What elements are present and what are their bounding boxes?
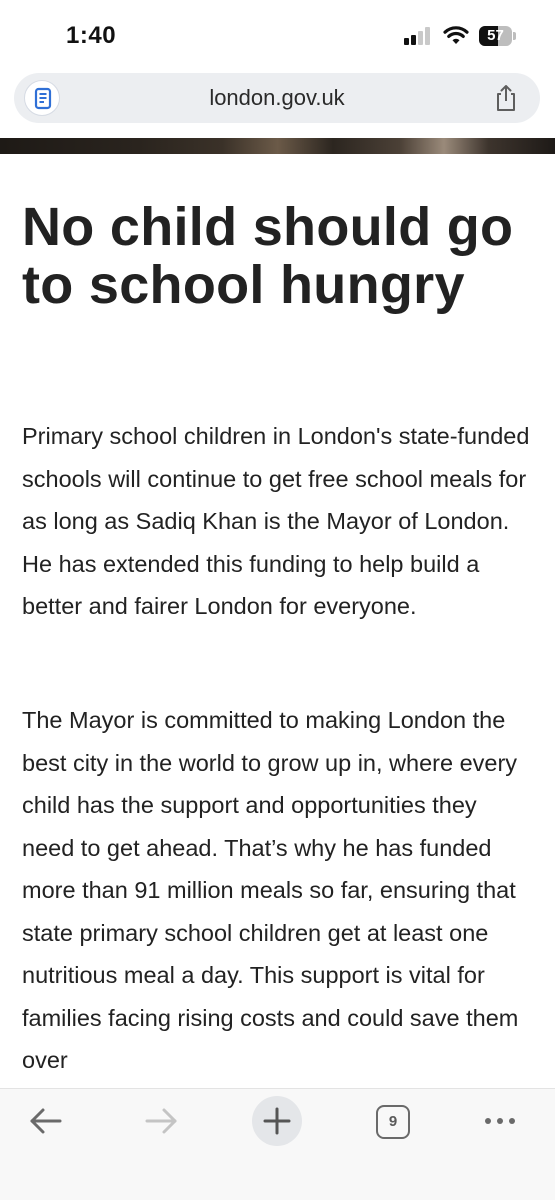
hero-image (0, 138, 555, 154)
browser-toolbar: 9 (0, 1088, 555, 1200)
document-icon[interactable] (24, 80, 60, 116)
tabs-icon[interactable]: 9 (376, 1105, 410, 1139)
back-arrow-icon[interactable] (28, 1106, 64, 1136)
url-text[interactable]: london.gov.uk (14, 73, 540, 123)
wifi-icon (443, 26, 469, 44)
article-paragraph: Primary school children in London's stat… (22, 423, 530, 619)
address-bar[interactable]: london.gov.uk (14, 73, 540, 123)
forward-arrow-icon[interactable] (143, 1106, 179, 1136)
new-tab-button[interactable] (252, 1096, 302, 1146)
plus-icon (263, 1107, 291, 1135)
status-bar: 1:40 57 (0, 0, 555, 68)
battery-percent: 57 (487, 27, 504, 44)
battery-icon: 57 (479, 26, 517, 46)
article-headline: No child should go to school hungry (22, 197, 514, 315)
more-icon[interactable] (480, 1106, 520, 1136)
status-time: 1:40 (66, 22, 117, 49)
cellular-signal-icon (404, 27, 434, 47)
share-icon[interactable] (492, 83, 520, 113)
article-paragraph: The Mayor is committed to making London … (22, 707, 519, 1073)
